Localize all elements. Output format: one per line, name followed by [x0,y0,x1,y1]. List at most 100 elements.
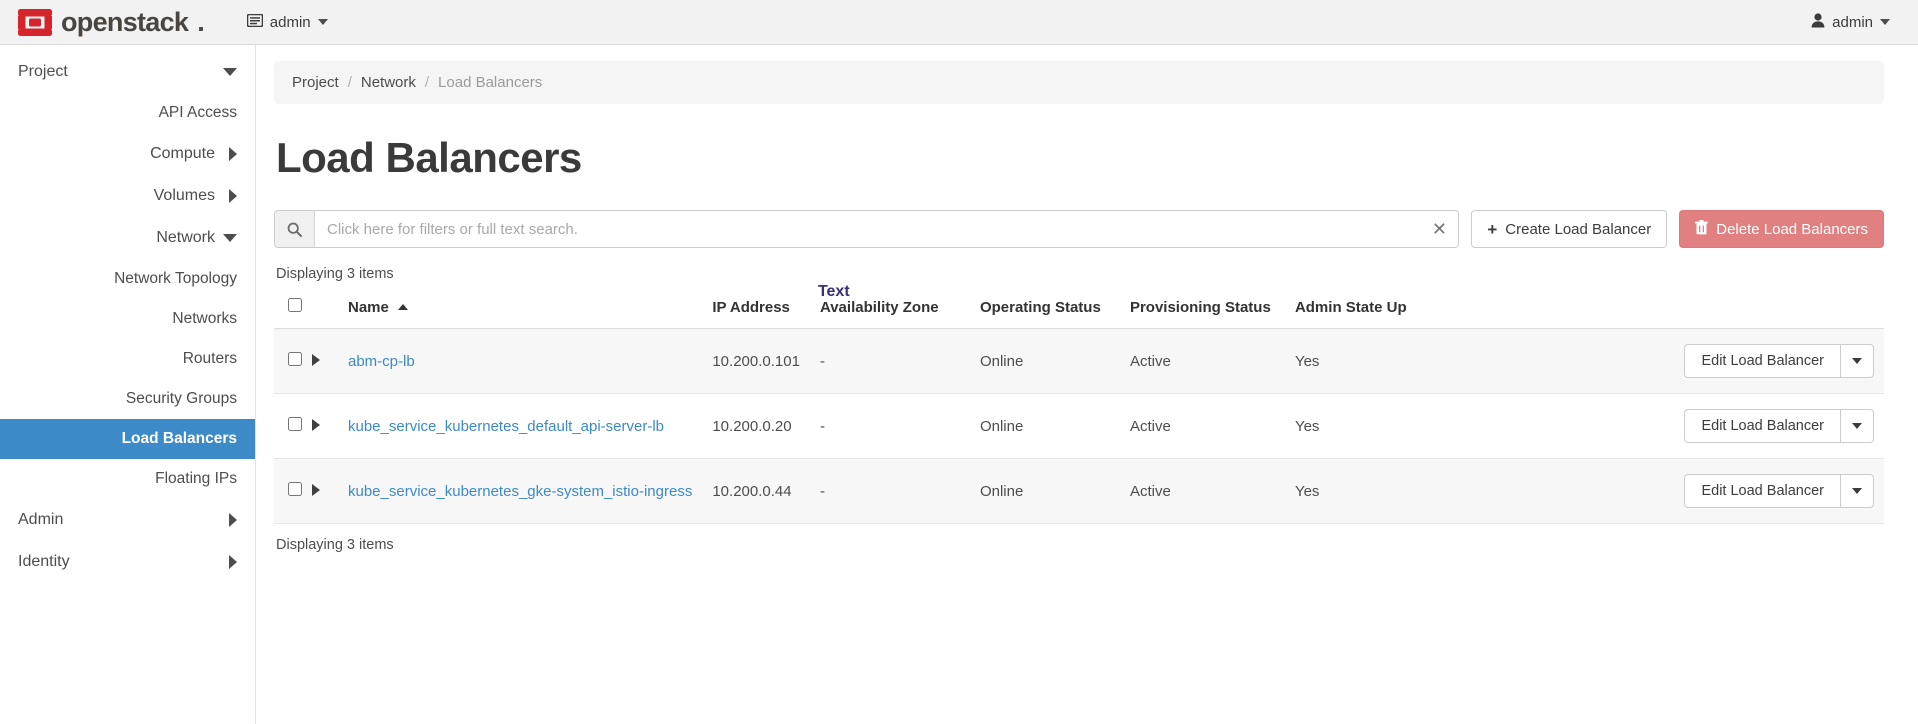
row-select-checkbox[interactable] [288,417,302,431]
breadcrumb-item-project[interactable]: Project [292,74,339,91]
row-ip-cell: 10.200.0.44 [702,459,810,524]
page-title: Load Balancers [276,134,1884,182]
openstack-logo[interactable]: openstack . [18,7,205,38]
row-provisioning-status-cell: Active [1120,394,1285,459]
sidebar-item-identity[interactable]: Identity [0,541,255,583]
sidebar-item-networks[interactable]: Networks [0,299,255,339]
project-switcher[interactable]: admin [239,10,336,35]
edit-load-balancer-button[interactable]: Edit Load Balancer [1684,344,1840,378]
sidebar-item-label: Volumes [154,187,215,205]
row-admin-state-up-cell: Yes [1285,394,1425,459]
table-row[interactable]: kube_service_kubernetes_default_api-serv… [274,394,1884,459]
trash-icon [1695,220,1708,239]
sidebar-item-security-groups[interactable]: Security Groups [0,379,255,419]
column-header-label: Operating Status [980,299,1101,316]
column-header-actions [1425,290,1884,329]
chevron-right-icon [229,189,237,203]
breadcrumb: Project / Network / Load Balancers [274,61,1884,104]
breadcrumb-separator: / [348,74,352,91]
row-provisioning-status-cell: Active [1120,459,1285,524]
sidebar-item-network-topology[interactable]: Network Topology [0,259,255,299]
row-expand-cell [312,459,338,524]
sidebar-item-label: Project [18,63,68,81]
sidebar-item-label: Identity [18,553,70,571]
row-select-checkbox[interactable] [288,352,302,366]
openstack-mark-icon [18,9,52,36]
row-select-checkbox[interactable] [288,482,302,496]
table-row[interactable]: abm-cp-lb 10.200.0.101 - Online Active Y… [274,329,1884,394]
sidebar-item-compute[interactable]: Compute [0,133,255,175]
chevron-right-icon[interactable] [312,354,320,366]
sidebar-item-volumes[interactable]: Volumes [0,175,255,217]
chevron-down-icon [223,68,237,76]
load-balancer-link[interactable]: abm-cp-lb [348,353,415,370]
brand-title: openstack [61,9,188,36]
sidebar-item-label: Compute [150,145,215,163]
column-header-label: Admin State Up [1295,299,1407,316]
column-header-name[interactable]: Name [338,290,702,329]
items-count-top: Displaying 3 items [276,266,1884,282]
sidebar-item-floating-ips[interactable]: Floating IPs [0,459,255,499]
row-expand-cell [312,329,338,394]
table-header: Name IP Address Text Availability Zone O… [274,290,1884,329]
sidebar-item-routers[interactable]: Routers [0,339,255,379]
user-menu[interactable]: admin [1803,9,1898,36]
project-switch-icon [247,14,263,31]
column-header-admin-state-up[interactable]: Admin State Up [1285,290,1425,329]
row-name-cell: abm-cp-lb [338,329,702,394]
select-all-checkbox[interactable] [288,298,302,312]
delete-load-balancers-label: Delete Load Balancers [1716,221,1868,238]
column-header-provisioning-status[interactable]: Provisioning Status [1120,290,1285,329]
sidebar-item-label: API Access [159,104,237,121]
row-availability-zone-cell: - [810,459,970,524]
load-balancer-link[interactable]: kube_service_kubernetes_gke-system_istio… [348,483,692,500]
row-availability-zone-cell: - [810,329,970,394]
create-load-balancer-button[interactable]: + Create Load Balancer [1471,210,1667,248]
row-actions-dropdown-toggle[interactable] [1840,474,1874,508]
sidebar-item-project[interactable]: Project [0,51,255,93]
table-row[interactable]: kube_service_kubernetes_gke-system_istio… [274,459,1884,524]
top-navbar: openstack . admin admin [0,0,1918,45]
sidebar-item-api-access[interactable]: API Access [0,93,255,133]
row-actions-dropdown-toggle[interactable] [1840,344,1874,378]
sidebar-item-label: Networks [172,310,237,327]
sidebar-item-admin[interactable]: Admin [0,499,255,541]
column-header-availability-zone[interactable]: Text Availability Zone [810,290,970,329]
row-action-split-button: Edit Load Balancer [1684,344,1874,378]
column-header-label: Provisioning Status [1130,299,1271,316]
edit-load-balancer-button[interactable]: Edit Load Balancer [1684,409,1840,443]
table-body: abm-cp-lb 10.200.0.101 - Online Active Y… [274,329,1884,524]
chevron-right-icon [229,513,237,527]
breadcrumb-item-current: Load Balancers [438,74,542,91]
chevron-right-icon[interactable] [312,419,320,431]
delete-load-balancers-button[interactable]: Delete Load Balancers [1679,210,1884,248]
column-header-operating-status[interactable]: Operating Status [970,290,1120,329]
row-provisioning-status-cell: Active [1120,329,1285,394]
row-actions-cell: Edit Load Balancer [1425,394,1884,459]
sidebar-nav: Project API Access Compute Volumes Netwo… [0,45,256,724]
load-balancers-table: Name IP Address Text Availability Zone O… [274,290,1884,524]
sidebar-item-load-balancers[interactable]: Load Balancers [0,419,255,459]
column-header-label: IP Address [712,299,790,316]
chevron-right-icon [229,555,237,569]
sidebar-item-network[interactable]: Network [0,217,255,259]
brand-dot: . [197,7,205,38]
load-balancer-link[interactable]: kube_service_kubernetes_default_api-serv… [348,418,664,435]
row-admin-state-up-cell: Yes [1285,459,1425,524]
search-input[interactable] [315,211,1420,247]
row-ip-cell: 10.200.0.20 [702,394,810,459]
chevron-right-icon [229,147,237,161]
clear-search-icon[interactable]: ✕ [1420,211,1458,247]
breadcrumb-item-network[interactable]: Network [361,74,416,91]
edit-load-balancer-button[interactable]: Edit Load Balancer [1684,474,1840,508]
chevron-down-icon [1852,488,1862,494]
select-all-header [274,290,312,329]
search-icon[interactable] [275,211,315,247]
row-actions-dropdown-toggle[interactable] [1840,409,1874,443]
sort-ascending-icon [398,304,408,310]
user-menu-label: admin [1832,14,1873,31]
search-bar[interactable]: ✕ [274,210,1459,248]
column-header-ip-address[interactable]: IP Address [702,290,810,329]
text-annotation-overlay: Text [818,284,850,300]
chevron-right-icon[interactable] [312,484,320,496]
